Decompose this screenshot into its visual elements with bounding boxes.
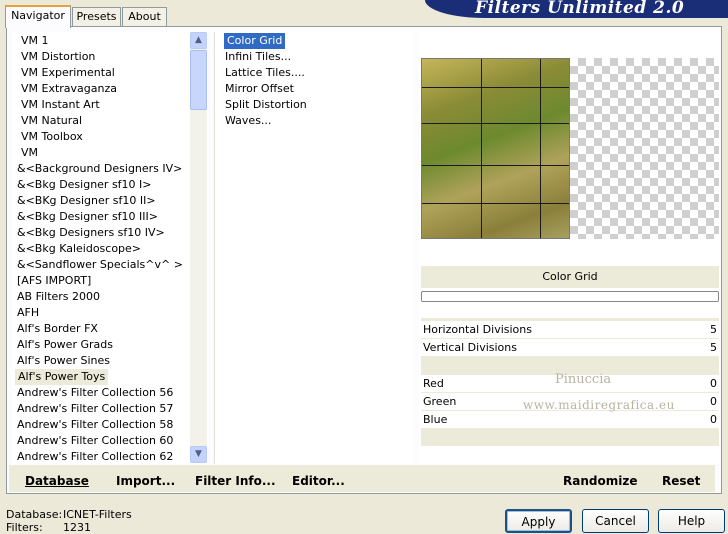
category-item[interactable]: &<Bkg Designer sf10 I>: [17, 177, 152, 193]
tab-about[interactable]: About: [122, 7, 167, 27]
category-item[interactable]: VM 1: [21, 33, 49, 49]
tab-navigator[interactable]: Navigator: [5, 5, 71, 28]
category-item[interactable]: &<Bkg Designer sf10 III>: [17, 209, 158, 225]
status-database-value: ICNET-Filters: [63, 508, 132, 521]
filter-item[interactable]: Mirror Offset: [225, 81, 294, 97]
cancel-button[interactable]: Cancel: [582, 509, 649, 533]
category-item[interactable]: Andrew's Filter Collection 60: [17, 433, 173, 449]
category-item[interactable]: Andrew's Filter Collection 62: [17, 449, 173, 465]
param-label: Horizontal Divisions: [423, 323, 532, 336]
tab-presets[interactable]: Presets: [72, 7, 121, 27]
category-item[interactable]: &<Background Designers IV>: [17, 161, 182, 177]
category-item[interactable]: AFH: [17, 305, 39, 321]
category-item[interactable]: Alf's Power Sines: [17, 353, 110, 369]
chevron-down-icon: ▼: [195, 449, 202, 459]
randomize-button[interactable]: Randomize: [563, 474, 637, 488]
preview-transparency: [570, 58, 719, 239]
watermark-url: www.maidiregrafica.eu: [523, 398, 675, 412]
category-scrollbar[interactable]: ▲ ▼: [190, 32, 207, 463]
filter-item[interactable]: Color Grid: [224, 33, 286, 49]
category-item[interactable]: &<Sandflower Specials^v^ >: [17, 257, 183, 273]
chevron-up-icon: ▲: [195, 35, 202, 45]
param-label: Red: [423, 377, 444, 390]
category-item[interactable]: VM: [21, 145, 38, 161]
progress-bar: [421, 291, 719, 302]
help-button[interactable]: Help: [658, 509, 725, 533]
category-item[interactable]: VM Experimental: [21, 65, 115, 81]
category-item[interactable]: VM Instant Art: [21, 97, 100, 113]
param-label: Green: [423, 395, 457, 408]
filter-title-strip: Color Grid: [421, 266, 719, 288]
category-item[interactable]: &<Bkg Designers sf10 IV>: [17, 225, 165, 241]
category-item[interactable]: Andrew's Filter Collection 57: [17, 401, 173, 417]
param-label: Vertical Divisions: [423, 341, 517, 354]
category-item[interactable]: &<Bkg Kaleidoscope>: [17, 241, 141, 257]
category-item[interactable]: Andrew's Filter Collection 56: [17, 385, 173, 401]
app-title-banner: Filters Unlimited 2.0: [425, 0, 728, 18]
editor-button[interactable]: Editor...: [292, 474, 345, 488]
category-item[interactable]: VM Extravaganza: [21, 81, 117, 97]
filter-item[interactable]: Lattice Tiles....: [225, 65, 305, 81]
category-item[interactable]: Alf's Border FX: [17, 321, 98, 337]
filter-title: Color Grid: [542, 270, 598, 283]
category-item[interactable]: Andrew's Filter Collection 58: [17, 417, 173, 433]
reset-button[interactable]: Reset: [662, 474, 700, 488]
filter-info-button[interactable]: Filter Info...: [195, 474, 276, 488]
preview-image: [421, 58, 570, 239]
filter-list[interactable]: Color Grid Infini Tiles... Lattice Tiles..…: [214, 32, 414, 464]
apply-button[interactable]: Apply: [505, 509, 572, 533]
param-value: 5: [710, 341, 717, 354]
category-item[interactable]: VM Natural: [21, 113, 82, 129]
category-item[interactable]: &<BKg Designer sf10 II>: [17, 193, 156, 209]
scroll-down-button[interactable]: ▼: [190, 446, 207, 463]
category-item[interactable]: VM Distortion: [21, 49, 95, 65]
status-filters-label: Filters:: [6, 521, 43, 534]
param-blue[interactable]: Blue 0: [421, 411, 719, 428]
param-vertical-divisions[interactable]: Vertical Divisions 5: [421, 339, 719, 356]
scroll-thumb[interactable]: [190, 50, 207, 110]
filter-item[interactable]: Infini Tiles...: [225, 49, 291, 65]
param-value: 0: [710, 377, 717, 390]
status-filters-value: 1231: [63, 521, 91, 534]
param-horizontal-divisions[interactable]: Horizontal Divisions 5: [421, 321, 719, 338]
category-list[interactable]: VM 1 VM Distortion VM Experimental VM Extra…: [12, 32, 208, 464]
category-item[interactable]: Alf's Power Toys: [15, 369, 109, 385]
category-item[interactable]: Alf's Power Grads: [17, 337, 113, 353]
param-value: 0: [710, 395, 717, 408]
param-label: Blue: [423, 413, 448, 426]
filter-item[interactable]: Split Distortion: [225, 97, 307, 113]
status-database-label: Database:: [6, 508, 63, 521]
category-item[interactable]: [AFS IMPORT]: [17, 273, 91, 289]
watermark-name: Pinuccia: [555, 372, 612, 387]
category-item[interactable]: VM Toolbox: [21, 129, 83, 145]
database-button[interactable]: Database: [25, 474, 89, 488]
category-item[interactable]: AB Filters 2000: [17, 289, 100, 305]
filter-item[interactable]: Waves...: [225, 113, 271, 129]
param-value: 5: [710, 323, 717, 336]
scroll-up-button[interactable]: ▲: [190, 32, 207, 49]
import-button[interactable]: Import...: [116, 474, 175, 488]
param-value: 0: [710, 413, 717, 426]
